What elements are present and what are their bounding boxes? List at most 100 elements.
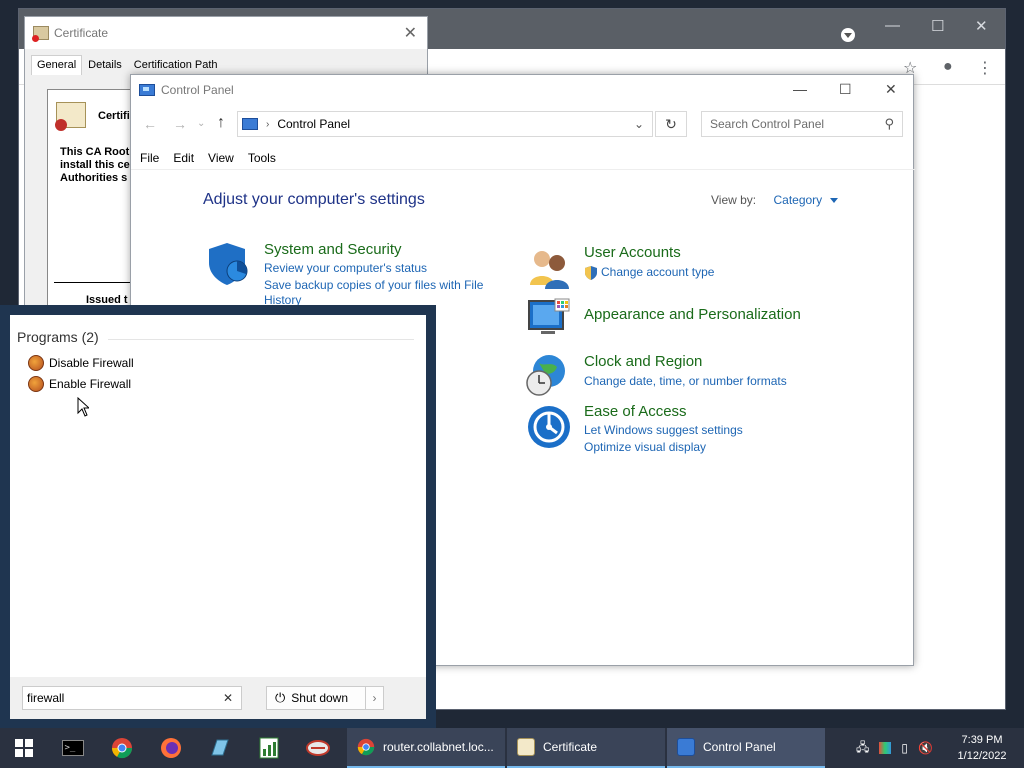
view-by: View by: Category: [711, 193, 838, 207]
certificate-warning-icon: [55, 102, 86, 131]
category-appearance: Appearance and Personalization: [584, 306, 801, 323]
maximize-icon[interactable]: ☐: [839, 81, 852, 98]
view-by-dropdown[interactable]: Category: [773, 193, 822, 207]
program-disable-firewall[interactable]: Disable Firewall: [28, 355, 134, 371]
category-clock-region: Clock and Region Change date, time, or n…: [584, 353, 787, 390]
close-icon[interactable]: ✕: [404, 23, 417, 43]
browser-tab-search-icon[interactable]: [841, 28, 855, 42]
tab-details[interactable]: Details: [82, 55, 128, 75]
uac-shield-icon: [585, 265, 597, 280]
link[interactable]: Let Windows suggest settings: [584, 422, 743, 439]
network-tool-icon[interactable]: [293, 728, 342, 768]
tab-certification-path[interactable]: Certification Path: [128, 55, 224, 75]
users-icon[interactable]: [527, 247, 571, 291]
minimize-icon[interactable]: —: [793, 81, 807, 97]
close-icon[interactable]: ✕: [885, 81, 897, 98]
profile-icon[interactable]: ●: [943, 58, 953, 76]
taskbar-item-control-panel[interactable]: Control Panel: [667, 728, 825, 768]
minimize-icon[interactable]: —: [885, 17, 900, 34]
taskbar-item-label: Certificate: [543, 740, 598, 754]
kebab-menu-icon[interactable]: ⋮: [977, 58, 993, 78]
taskbar-item-label: router.collabnet.loc...: [383, 740, 494, 754]
clear-icon[interactable]: ✕: [223, 687, 233, 709]
chevron-down-icon[interactable]: [829, 198, 838, 204]
globe-clock-icon[interactable]: [525, 353, 569, 397]
category-title[interactable]: User Accounts: [584, 244, 714, 261]
up-arrow-icon[interactable]: ↑: [217, 114, 225, 132]
search-input[interactable]: Search Control Panel ⚲: [701, 111, 903, 137]
category-ease-of-access: Ease of Access Let Windows suggest setti…: [584, 403, 743, 456]
windows-logo-icon: [15, 739, 33, 757]
forward-arrow-icon[interactable]: →: [173, 116, 187, 132]
terminal-icon[interactable]: >_: [48, 728, 97, 768]
shutdown-label: Shut down: [291, 691, 349, 705]
start-button[interactable]: [0, 728, 48, 768]
usb-icon[interactable]: ▯: [901, 741, 908, 755]
recent-dropdown-icon[interactable]: ⌄: [197, 118, 205, 129]
link[interactable]: Save backup copies of your files with Fi…: [264, 277, 483, 294]
category-title[interactable]: Ease of Access: [584, 403, 743, 420]
program-label: Enable Firewall: [49, 377, 132, 391]
start-menu-footer: firewall ✕ ⏻ Shut down ›: [10, 677, 426, 719]
certificate-titlebar: Certificate ✕: [25, 17, 427, 49]
page-title: Adjust your computer's settings: [203, 191, 425, 208]
system-clock[interactable]: 7:39 PM 1/12/2022: [952, 732, 1012, 764]
firefox-icon[interactable]: [146, 728, 195, 768]
network-icon[interactable]: 🖧: [856, 738, 869, 759]
link[interactable]: Change account type: [601, 264, 714, 281]
menu-view[interactable]: View: [208, 151, 234, 171]
category-title[interactable]: Clock and Region: [584, 353, 787, 370]
shield-icon[interactable]: [205, 241, 249, 285]
display-icon[interactable]: [879, 742, 892, 754]
program-enable-firewall[interactable]: Enable Firewall: [28, 376, 131, 392]
taskbar-item-certificate[interactable]: Certificate: [507, 728, 665, 768]
ease-of-access-icon[interactable]: [527, 405, 571, 449]
category-system-security: System and Security Review your computer…: [264, 241, 483, 307]
category-title[interactable]: Appearance and Personalization: [584, 306, 801, 323]
monitor-icon[interactable]: [527, 297, 571, 341]
shutdown-options-arrow-icon[interactable]: ›: [365, 687, 383, 709]
taskbar-item-browser[interactable]: router.collabnet.loc...: [347, 728, 505, 768]
close-icon[interactable]: ✕: [975, 17, 988, 35]
clock-time: 7:39 PM: [961, 734, 1003, 746]
tab-general[interactable]: General: [31, 55, 83, 75]
start-menu: Programs (2) Disable Firewall Enable Fir…: [0, 305, 436, 728]
program-label: Disable Firewall: [49, 356, 134, 370]
search-value: firewall: [27, 691, 65, 705]
chrome-icon[interactable]: [97, 728, 146, 768]
menu-edit[interactable]: Edit: [173, 151, 194, 171]
notes-app-icon[interactable]: [195, 728, 244, 768]
start-search-input[interactable]: firewall ✕: [22, 686, 242, 710]
breadcrumb-item[interactable]: Control Panel: [277, 117, 350, 131]
divider: [131, 169, 915, 170]
refresh-button[interactable]: ↻: [655, 111, 687, 137]
control-panel-icon: [242, 118, 258, 130]
category-title[interactable]: System and Security: [264, 241, 483, 258]
firewall-icon: [28, 355, 44, 371]
system-tray: 🖧 ▯ 🔇: [856, 728, 943, 768]
divider: [108, 339, 414, 340]
back-arrow-icon[interactable]: ←: [143, 116, 157, 132]
link[interactable]: Change date, time, or number formats: [584, 373, 787, 390]
chevron-down-icon[interactable]: ⌄: [634, 117, 644, 131]
search-results-panel: Programs (2) Disable Firewall Enable Fir…: [10, 315, 426, 677]
volume-muted-icon[interactable]: 🔇: [918, 741, 933, 755]
link[interactable]: Optimize visual display: [584, 439, 743, 456]
certificate-icon: [517, 738, 535, 756]
category-user-accounts: User Accounts Change account type: [584, 244, 714, 281]
taskbar: >_ router.collabnet.loc... Certificate C…: [0, 728, 1024, 768]
certificate-icon: [32, 26, 49, 42]
menu-file[interactable]: File: [140, 151, 159, 171]
menu-tools[interactable]: Tools: [248, 151, 276, 171]
breadcrumb-separator-icon[interactable]: ›: [266, 119, 269, 130]
menu-bar: File Edit View Tools: [131, 151, 290, 171]
maximize-icon[interactable]: ☐: [931, 17, 944, 35]
link[interactable]: Review your computer's status: [264, 260, 483, 277]
power-icon: ⏻: [275, 690, 286, 705]
shutdown-button[interactable]: ⏻ Shut down ›: [266, 686, 384, 710]
mouse-cursor-icon: [77, 397, 89, 417]
programs-heading: Programs (2): [17, 329, 99, 345]
window-title: Certificate: [54, 26, 109, 40]
address-bar[interactable]: › Control Panel ⌄: [237, 111, 653, 137]
spreadsheet-icon[interactable]: [244, 728, 293, 768]
